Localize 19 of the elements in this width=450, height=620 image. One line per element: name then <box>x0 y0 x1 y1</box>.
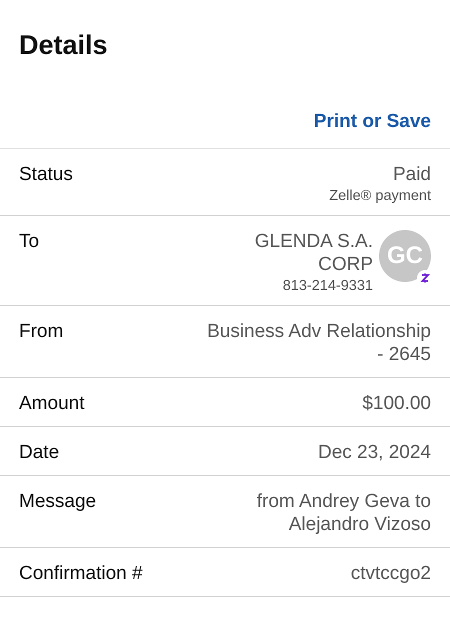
field-label: Confirmation # <box>19 562 143 585</box>
field-subtext: 813-214-9331 <box>282 278 373 294</box>
field-label: Date <box>19 441 60 464</box>
field-label: To <box>19 230 40 253</box>
field-label: Status <box>19 163 73 186</box>
field-label: From <box>19 320 64 343</box>
field-subtext: Zelle® payment <box>329 188 431 204</box>
field-value: Business Adv Relationship - 2645 <box>207 320 431 366</box>
field-value: $100.00 <box>362 392 431 415</box>
print-or-save-link[interactable]: Print or Save <box>314 111 431 133</box>
avatar-initials: GC <box>379 230 431 282</box>
field-value: ctvtccgo2 <box>350 562 431 585</box>
page-title: Details <box>18 29 109 62</box>
field-value: Dec 23, 2024 <box>318 441 431 464</box>
field-value: from Andrey Geva to Alejandro Vizoso <box>256 490 431 536</box>
field-value: Paid <box>392 163 431 186</box>
field-label: Amount <box>19 392 84 415</box>
field-label: Message <box>19 490 96 513</box>
field-value: GLENDA S.A. CORP <box>254 230 373 276</box>
